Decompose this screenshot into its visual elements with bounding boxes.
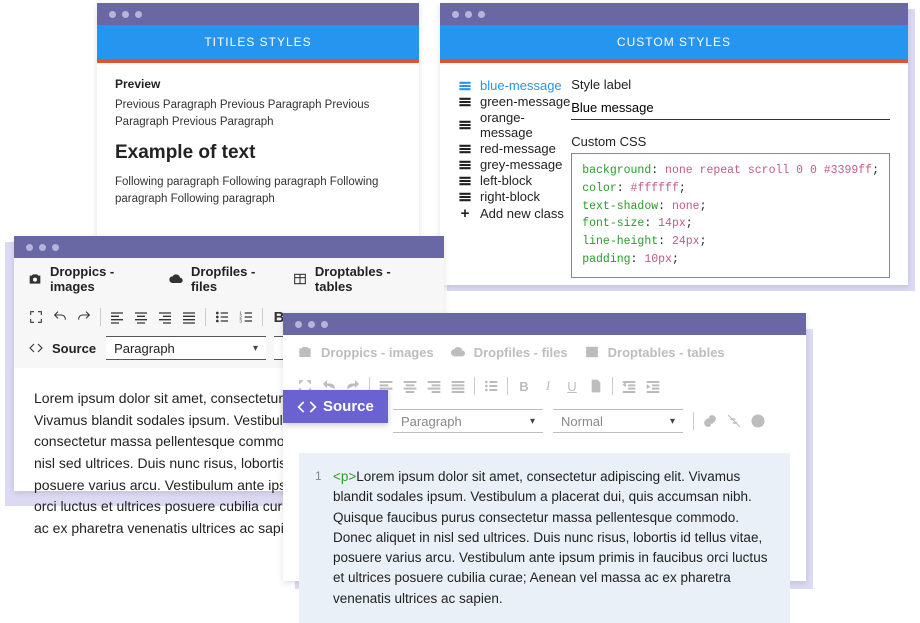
expand-icon[interactable] <box>24 306 48 328</box>
table-icon <box>580 341 604 363</box>
dropfiles-label: Dropfiles - files <box>474 345 568 360</box>
format-select[interactable]: Paragraph ▾ <box>393 409 543 433</box>
titles-styles-window: TITILES STYLES Preview Previous Paragrap… <box>97 3 419 237</box>
class-list: blue-message green-message orange-messag… <box>458 77 571 278</box>
droptables-label: Droptables - tables <box>315 264 422 294</box>
editor-toolbar-plugins: Droppics - images Dropfiles - files Drop… <box>283 335 806 369</box>
camera-icon <box>24 268 46 290</box>
play-icon[interactable] <box>746 410 770 432</box>
table-icon <box>289 268 311 290</box>
dropfiles-label: Dropfiles - files <box>191 264 277 294</box>
preview-previous-paragraph: Previous Paragraph Previous Paragraph Pr… <box>115 97 401 132</box>
format-select-value: Paragraph <box>114 341 175 356</box>
numbered-list-icon[interactable]: 123 <box>234 306 258 328</box>
align-right-icon[interactable] <box>153 306 177 328</box>
line-number: 1 <box>315 467 333 609</box>
size-select-value: Normal <box>561 414 603 429</box>
class-item-label: right-block <box>480 189 540 204</box>
custom-styles-header: CUSTOM STYLES <box>440 25 908 59</box>
dropfiles-button[interactable]: Dropfiles - files <box>165 264 277 294</box>
preview-label: Preview <box>115 77 401 91</box>
class-item-blue-message[interactable]: blue-message <box>458 78 571 93</box>
svg-text:3: 3 <box>239 318 242 323</box>
class-item-label: grey-message <box>480 157 562 172</box>
window-titlebar <box>14 236 444 258</box>
source-view[interactable]: 1 <p>Lorem ipsum dolor sit amet, consect… <box>299 453 790 623</box>
droptables-button[interactable]: Droptables - tables <box>580 341 725 363</box>
format-select[interactable]: Paragraph ▾ <box>106 336 266 360</box>
editor-window-2: Droppics - images Dropfiles - files Drop… <box>283 313 806 581</box>
titles-styles-header: TITILES STYLES <box>97 25 419 59</box>
droppics-label: Droppics - images <box>321 345 434 360</box>
style-label-caption: Style label <box>571 77 890 92</box>
code-icon <box>24 337 48 359</box>
link-icon[interactable] <box>698 410 722 432</box>
class-item-right-block[interactable]: right-block <box>458 189 571 204</box>
class-item-grey-message[interactable]: grey-message <box>458 157 571 172</box>
align-justify-icon[interactable] <box>446 375 470 397</box>
class-item-label: Add new class <box>480 206 564 221</box>
source-label[interactable]: Source <box>52 341 96 356</box>
source-badge-label: Source <box>323 398 374 415</box>
size-select[interactable]: Normal ▾ <box>553 409 683 433</box>
add-new-class-button[interactable]: + Add new class <box>458 205 571 222</box>
chevron-down-icon: ▾ <box>530 416 535 427</box>
outdent-icon[interactable] <box>617 375 641 397</box>
source-body: Lorem ipsum dolor sit amet, consectetur … <box>333 469 767 606</box>
droppics-label: Droppics - images <box>50 264 153 294</box>
class-item-green-message[interactable]: green-message <box>458 94 571 109</box>
plus-icon: + <box>458 205 472 222</box>
align-center-icon[interactable] <box>398 375 422 397</box>
droptables-label: Droptables - tables <box>608 345 725 360</box>
class-item-left-block[interactable]: left-block <box>458 173 571 188</box>
chevron-down-icon: ▾ <box>670 416 675 427</box>
preview-example-text: Example of text <box>115 142 401 164</box>
class-item-label: orange-message <box>480 110 571 140</box>
class-item-label: red-message <box>480 141 556 156</box>
file-icon[interactable] <box>584 375 608 397</box>
redo-icon[interactable] <box>72 306 96 328</box>
align-center-icon[interactable] <box>129 306 153 328</box>
undo-icon[interactable] <box>48 306 72 328</box>
custom-styles-window: CUSTOM STYLES blue-message green-message… <box>440 3 908 285</box>
bullet-list-icon[interactable] <box>479 375 503 397</box>
source-code: <p>Lorem ipsum dolor sit amet, consectet… <box>333 467 774 609</box>
bullet-list-icon[interactable] <box>210 306 234 328</box>
camera-icon <box>293 341 317 363</box>
custom-css-editor[interactable]: background: none repeat scroll 0 0 #3399… <box>571 153 890 278</box>
editor-toolbar-plugins: Droppics - images Dropfiles - files Drop… <box>14 258 444 300</box>
cloud-icon <box>165 268 187 290</box>
align-right-icon[interactable] <box>422 375 446 397</box>
window-titlebar <box>97 3 419 25</box>
source-badge[interactable]: Source <box>283 390 388 423</box>
window-titlebar <box>283 313 806 335</box>
dropfiles-button[interactable]: Dropfiles - files <box>446 341 568 363</box>
class-item-label: green-message <box>480 94 570 109</box>
align-left-icon[interactable] <box>105 306 129 328</box>
droppics-button[interactable]: Droppics - images <box>293 341 434 363</box>
align-justify-icon[interactable] <box>177 306 201 328</box>
preview-following-paragraph: Following paragraph Following paragraph … <box>115 174 401 209</box>
cloud-icon <box>446 341 470 363</box>
class-item-label: left-block <box>480 173 532 188</box>
bold-icon[interactable]: B <box>512 375 536 397</box>
chevron-down-icon: ▾ <box>253 343 258 354</box>
italic-icon[interactable]: I <box>536 375 560 397</box>
window-titlebar <box>440 3 908 25</box>
format-select-value: Paragraph <box>401 414 462 429</box>
droppics-button[interactable]: Droppics - images <box>24 264 153 294</box>
style-label-input[interactable] <box>571 96 890 120</box>
class-item-label: blue-message <box>480 78 562 93</box>
html-tag: <p> <box>333 469 356 484</box>
class-item-orange-message[interactable]: orange-message <box>458 110 571 140</box>
class-item-red-message[interactable]: red-message <box>458 141 571 156</box>
underline-icon[interactable]: U <box>560 375 584 397</box>
indent-icon[interactable] <box>641 375 665 397</box>
unlink-icon[interactable] <box>722 410 746 432</box>
droptables-button[interactable]: Droptables - tables <box>289 264 422 294</box>
custom-css-caption: Custom CSS <box>571 134 890 149</box>
